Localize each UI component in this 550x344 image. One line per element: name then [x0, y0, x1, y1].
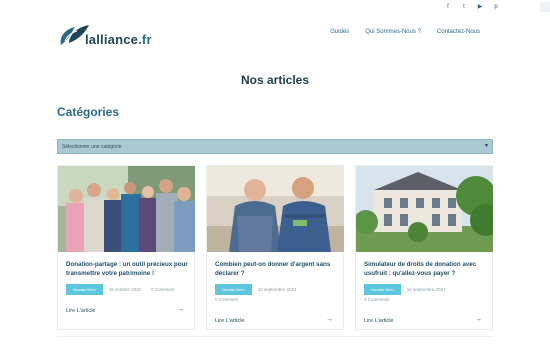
article-card[interactable]: Donation-partage : un outil précieux pou…	[57, 165, 195, 330]
category-select[interactable]: Sélectionner une catégorie ▼	[57, 139, 493, 154]
logo-main: lalliance	[85, 32, 139, 47]
logo-text: lalliance.fr	[85, 33, 152, 47]
article-comments[interactable]: 0 Comment	[151, 285, 174, 295]
youtube-icon[interactable]: ▶	[476, 3, 484, 11]
author-badge[interactable]: Nicolas Bern	[215, 284, 252, 295]
article-title[interactable]: Simulateur de droits de donation avec us…	[364, 260, 488, 278]
article-image-building[interactable]	[356, 166, 493, 252]
article-meta: Nicolas Bern 10 septembre 2021 3 Comment…	[364, 284, 492, 305]
article-image-men[interactable]	[207, 166, 344, 252]
twitter-icon[interactable]: t	[460, 3, 468, 11]
article-date: 10 septembre 2021	[406, 286, 446, 292]
categories-heading: Catégories	[57, 105, 120, 119]
pinterest-icon[interactable]: p	[492, 3, 500, 11]
facebook-icon[interactable]: f	[444, 3, 452, 11]
social-links: f t ▶ p	[444, 3, 500, 11]
author-badge[interactable]: Nicolas Bern	[66, 284, 103, 295]
read-more-link[interactable]: Lire L'article	[215, 318, 244, 324]
article-date: 10 septembre 2021	[257, 286, 297, 292]
read-more-link[interactable]: Lire L'article	[364, 318, 393, 324]
article-comments[interactable]: 3 Comments	[364, 295, 482, 305]
article-title[interactable]: Donation-partage : un outil précieux pou…	[66, 260, 190, 278]
article-image-family[interactable]	[58, 166, 195, 252]
article-card[interactable]: Combien peut-on donner d'argent sans déc…	[206, 165, 344, 330]
logo-suffix: .fr	[138, 32, 152, 47]
nav-guides[interactable]: Guides	[330, 29, 349, 35]
author-badge[interactable]: Nicolas Bern	[364, 284, 401, 295]
site-logo[interactable]: lalliance.fr	[57, 23, 152, 47]
article-meta: Nicolas Bern 15 octobre 2021 0 Comment	[66, 284, 194, 295]
category-select-value: Sélectionner une catégorie	[62, 144, 122, 150]
dropdown-arrow-icon: ▼	[484, 143, 489, 149]
article-card[interactable]: Simulateur de droits de donation avec us…	[355, 165, 493, 330]
divider	[57, 336, 493, 337]
read-more-link[interactable]: Lire L'article	[66, 308, 95, 314]
arrow-right-icon[interactable]: →	[177, 306, 184, 313]
article-comments[interactable]: 0 Comment	[215, 295, 333, 305]
article-title[interactable]: Combien peut-on donner d'argent sans déc…	[215, 260, 339, 278]
page-title: Nos articles	[240, 73, 310, 87]
article-date: 15 octobre 2021	[108, 286, 142, 292]
main-nav: Guides Qui Sommes-Nous ? Contactez-Nous	[330, 29, 480, 35]
nav-contact[interactable]: Contactez-Nous	[437, 29, 480, 35]
article-meta: Nicolas Bern 10 septembre 2021 0 Comment	[215, 284, 343, 305]
topbar-handle	[540, 2, 550, 12]
arrow-right-icon[interactable]: →	[475, 316, 482, 323]
top-bar: f t ▶ p	[0, 0, 550, 14]
nav-about[interactable]: Qui Sommes-Nous ?	[365, 29, 421, 35]
arrow-right-icon[interactable]: →	[326, 316, 333, 323]
leaf-logo-icon	[57, 23, 91, 47]
